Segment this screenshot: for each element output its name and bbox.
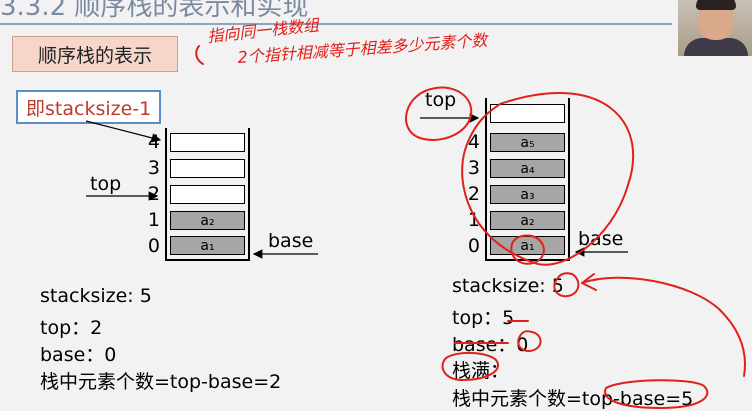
annotation-overlay: 指向同一栈数组 2个指针相减等于相差多少元素个数 (85, 15, 746, 409)
ink-arrow-five (581, 276, 746, 377)
ink-bracket (195, 45, 204, 65)
ink-circle-topbase (604, 379, 709, 409)
ink-circle-top (405, 86, 473, 141)
ink-arrow-five-head (581, 273, 597, 291)
callout-leader-arrow (85, 120, 162, 143)
ink-loop-stack (461, 92, 634, 266)
ink-circle-full (441, 352, 499, 381)
handwritten-text: 指向同一栈数组 2个指针相减等于相差多少元素个数 (206, 15, 489, 67)
ink-text-line1: 指向同一栈数组 (206, 15, 321, 46)
ink-circle-five (553, 272, 580, 298)
handwritten-ink (195, 45, 746, 409)
ink-circle-zero (517, 330, 542, 352)
